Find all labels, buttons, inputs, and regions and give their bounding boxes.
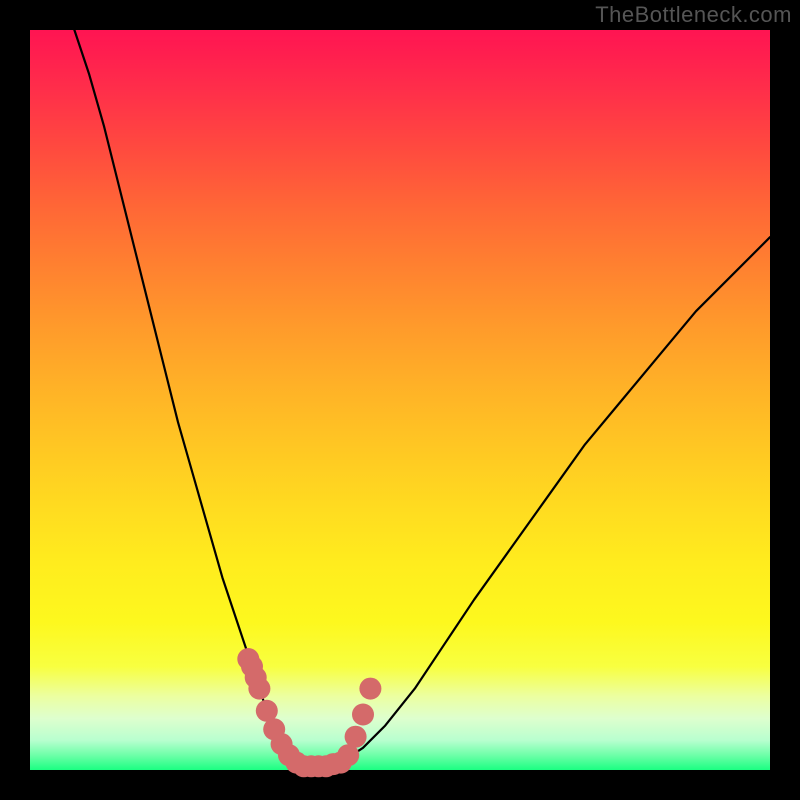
- marker-point: [248, 678, 270, 700]
- watermark-text: TheBottleneck.com: [595, 2, 792, 28]
- chart-frame: TheBottleneck.com: [0, 0, 800, 800]
- marker-point: [352, 704, 374, 726]
- marker-point: [345, 726, 367, 748]
- chart-svg-overlay: [30, 30, 770, 770]
- bottleneck-curve-line: [74, 30, 770, 766]
- highlighted-markers: [237, 648, 381, 777]
- marker-point: [359, 678, 381, 700]
